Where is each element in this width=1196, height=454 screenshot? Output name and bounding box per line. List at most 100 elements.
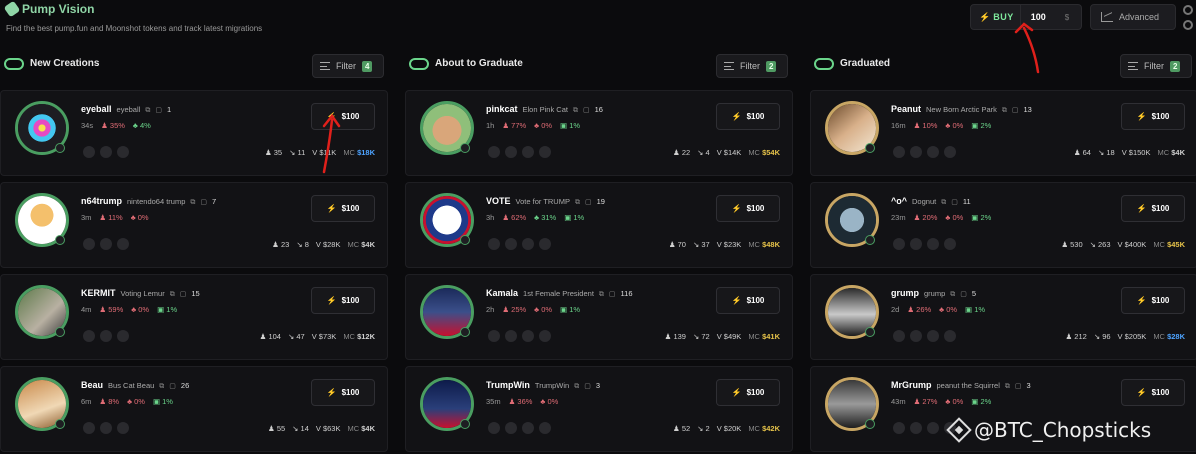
link-icon[interactable] bbox=[893, 422, 905, 434]
telegram-icon[interactable] bbox=[539, 238, 551, 250]
token-ticker[interactable]: MrGrump bbox=[891, 380, 932, 390]
quick-buy-100-button[interactable]: ⚡ $100 bbox=[716, 287, 780, 314]
link-icon[interactable] bbox=[488, 330, 500, 342]
token-ticker[interactable]: ^o^ bbox=[891, 196, 907, 206]
quick-buy-100-button[interactable]: ⚡ $100 bbox=[1121, 195, 1185, 222]
globe-icon[interactable] bbox=[927, 238, 939, 250]
holders-percent-value: 20% bbox=[922, 213, 938, 222]
quick-buy-100-button[interactable]: ⚡ $100 bbox=[716, 195, 780, 222]
token-ticker[interactable]: Beau bbox=[81, 380, 103, 390]
settings-icon-secondary[interactable] bbox=[1183, 20, 1193, 30]
copy-icon[interactable]: ⧉ bbox=[1005, 383, 1010, 391]
x-twitter-icon[interactable] bbox=[100, 238, 112, 250]
settings-icon[interactable] bbox=[1183, 5, 1193, 15]
copy-icon[interactable]: ⧉ bbox=[1002, 107, 1007, 115]
token-card[interactable]: ^o^ Dognut ⧉ ▢ 11 23m ♟ 20% ♣ 0% ▣ 2% ♟ … bbox=[810, 182, 1196, 268]
token-card[interactable]: Beau Bus Cat Beau ⧉ ▢ 26 6m ♟ 8% ♣ 0% ▣ … bbox=[0, 366, 388, 452]
telegram-icon[interactable] bbox=[944, 146, 956, 158]
x-twitter-icon[interactable] bbox=[505, 330, 517, 342]
copy-icon[interactable]: ⧉ bbox=[573, 107, 578, 115]
globe-icon[interactable] bbox=[117, 422, 129, 434]
filter-button[interactable]: Filter 2 bbox=[716, 54, 788, 78]
token-card[interactable]: grump grump ⧉ ▢ 5 2d ♟ 26% ♣ 0% ▣ 1% ♟ 2… bbox=[810, 274, 1196, 360]
x-twitter-icon[interactable] bbox=[505, 146, 517, 158]
token-ticker[interactable]: n64trump bbox=[81, 196, 122, 206]
token-card[interactable]: eyeball eyeball ⧉ ▢ 1 34s ♟ 35% ♣ 4% ♟ 3… bbox=[0, 90, 388, 176]
globe-icon[interactable] bbox=[522, 146, 534, 158]
link-icon[interactable] bbox=[893, 146, 905, 158]
copy-icon[interactable]: ⧉ bbox=[599, 291, 604, 299]
quick-buy-100-button[interactable]: ⚡ $100 bbox=[311, 379, 375, 406]
token-ticker[interactable]: pinkcat bbox=[486, 104, 518, 114]
token-ticker[interactable]: grump bbox=[891, 288, 919, 298]
token-card[interactable]: n64trump nintendo64 trump ⧉ ▢ 7 3m ♟ 11%… bbox=[0, 182, 388, 268]
telegram-icon[interactable] bbox=[539, 330, 551, 342]
token-ticker[interactable]: VOTE bbox=[486, 196, 511, 206]
link-icon[interactable] bbox=[83, 330, 95, 342]
quick-buy-100-button[interactable]: ⚡ $100 bbox=[311, 287, 375, 314]
copy-icon[interactable]: ⧉ bbox=[574, 383, 579, 391]
token-card[interactable]: Peanut New Born Arctic Park ⧉ ▢ 13 16m ♟… bbox=[810, 90, 1196, 176]
x-twitter-icon[interactable] bbox=[910, 238, 922, 250]
token-metrics-row: 16m ♟ 10% ♣ 0% ▣ 2% bbox=[891, 121, 991, 130]
globe-icon[interactable] bbox=[117, 146, 129, 158]
copy-icon[interactable]: ⧉ bbox=[145, 107, 150, 115]
quick-buy-100-button[interactable]: ⚡ $100 bbox=[1121, 379, 1185, 406]
link-icon[interactable] bbox=[893, 330, 905, 342]
copy-icon[interactable]: ⧉ bbox=[950, 291, 955, 299]
x-twitter-icon[interactable] bbox=[505, 422, 517, 434]
quick-buy-amount-input[interactable]: 100 bbox=[1021, 12, 1065, 22]
quick-buy-100-button[interactable]: ⚡ $100 bbox=[311, 103, 375, 130]
globe-icon[interactable] bbox=[522, 238, 534, 250]
x-twitter-icon[interactable] bbox=[910, 330, 922, 342]
copy-icon[interactable]: ⧉ bbox=[941, 199, 946, 207]
quick-buy-100-button[interactable]: ⚡ $100 bbox=[311, 195, 375, 222]
token-card[interactable]: pinkcat Elon Pink Cat ⧉ ▢ 16 1h ♟ 77% ♣ … bbox=[405, 90, 793, 176]
token-card[interactable]: VOTE Vote for TRUMP ⧉ ▢ 19 3h ♟ 62% ♣ 31… bbox=[405, 182, 793, 268]
quick-buy-button[interactable]: ⚡ BUY bbox=[971, 5, 1021, 29]
quick-buy-100-button[interactable]: ⚡ $100 bbox=[1121, 287, 1185, 314]
telegram-icon[interactable] bbox=[539, 422, 551, 434]
globe-icon[interactable] bbox=[927, 330, 939, 342]
x-twitter-icon[interactable] bbox=[910, 146, 922, 158]
globe-icon[interactable] bbox=[117, 330, 129, 342]
filter-button[interactable]: Filter 2 bbox=[1120, 54, 1192, 78]
x-twitter-icon[interactable] bbox=[100, 422, 112, 434]
x-twitter-icon[interactable] bbox=[100, 146, 112, 158]
telegram-icon[interactable] bbox=[944, 330, 956, 342]
globe-icon[interactable] bbox=[927, 422, 939, 434]
link-icon[interactable] bbox=[83, 146, 95, 158]
quick-buy-100-button[interactable]: ⚡ $100 bbox=[716, 103, 780, 130]
token-card[interactable]: KERMIT Voting Lemur ⧉ ▢ 15 4m ♟ 59% ♣ 0%… bbox=[0, 274, 388, 360]
link-icon[interactable] bbox=[488, 146, 500, 158]
token-ticker[interactable]: Kamala bbox=[486, 288, 518, 298]
globe-icon[interactable] bbox=[117, 238, 129, 250]
token-ticker[interactable]: TrumpWin bbox=[486, 380, 530, 390]
link-icon[interactable] bbox=[488, 238, 500, 250]
token-card[interactable]: TrumpWin TrumpWin ⧉ ▢ 3 35m ♟ 36% ♣ 0% ♟… bbox=[405, 366, 793, 452]
globe-icon[interactable] bbox=[522, 422, 534, 434]
quick-buy-100-button[interactable]: ⚡ $100 bbox=[716, 379, 780, 406]
link-icon[interactable] bbox=[488, 422, 500, 434]
token-ticker[interactable]: Peanut bbox=[891, 104, 921, 114]
x-twitter-icon[interactable] bbox=[505, 238, 517, 250]
link-icon[interactable] bbox=[893, 238, 905, 250]
globe-icon[interactable] bbox=[927, 146, 939, 158]
telegram-icon[interactable] bbox=[944, 238, 956, 250]
copy-icon[interactable]: ⧉ bbox=[159, 383, 164, 391]
token-card[interactable]: Kamala 1st Female President ⧉ ▢ 116 2h ♟… bbox=[405, 274, 793, 360]
x-twitter-icon[interactable] bbox=[910, 422, 922, 434]
globe-icon[interactable] bbox=[522, 330, 534, 342]
link-icon[interactable] bbox=[83, 238, 95, 250]
copy-icon[interactable]: ⧉ bbox=[575, 199, 580, 207]
token-ticker[interactable]: KERMIT bbox=[81, 288, 116, 298]
telegram-icon[interactable] bbox=[539, 146, 551, 158]
filter-button[interactable]: Filter 4 bbox=[312, 54, 384, 78]
quick-buy-100-button[interactable]: ⚡ $100 bbox=[1121, 103, 1185, 130]
copy-icon[interactable]: ⧉ bbox=[170, 291, 175, 299]
copy-icon[interactable]: ⧉ bbox=[190, 199, 195, 207]
advanced-button[interactable]: Advanced bbox=[1090, 4, 1176, 30]
link-icon[interactable] bbox=[83, 422, 95, 434]
token-ticker[interactable]: eyeball bbox=[81, 104, 112, 114]
x-twitter-icon[interactable] bbox=[100, 330, 112, 342]
